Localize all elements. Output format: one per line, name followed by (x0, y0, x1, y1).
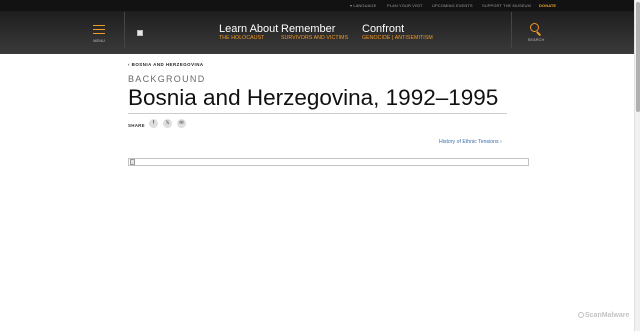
upcoming-events-link[interactable]: UPCOMING EVENTS (432, 3, 473, 8)
search-button[interactable]: SEARCH (525, 22, 547, 46)
page-title: Bosnia and Herzegovina, 1992–1995 (128, 85, 499, 110)
plan-visit-link[interactable]: PLAN YOUR VISIT (387, 3, 423, 8)
page-scrollbar[interactable] (634, 0, 640, 331)
nav-learn-about-title: Learn About (219, 23, 279, 35)
nav-learn-about-subtitle: THE HOLOCAUST (219, 35, 265, 41)
section-eyebrow: BACKGROUND (128, 74, 206, 84)
share-label: SHARE (128, 123, 145, 128)
scrollbar-thumb[interactable] (636, 2, 640, 112)
nav-remember[interactable]: Remember SURVIVORS AND VICTIMS (281, 23, 348, 42)
nav-confront[interactable]: Confront GENOCIDE | ANTISEMITISM (362, 23, 433, 42)
facebook-icon[interactable]: f (149, 119, 158, 128)
menu-label: MENU (93, 38, 105, 43)
utility-bar: ▾ LANGUAGE PLAN YOUR VISIT UPCOMING EVEN… (0, 0, 634, 11)
nav-learn-about[interactable]: Learn About THE HOLOCAUST (219, 23, 278, 42)
hamburger-menu-icon (93, 25, 105, 34)
language-selector[interactable]: ▾ LANGUAGE (350, 3, 376, 8)
watermark-icon (578, 312, 584, 318)
watermark-text: ScanMalware (585, 312, 630, 319)
related-article-link[interactable]: History of Ethnic Tensions › (439, 139, 502, 145)
search-icon-handle (536, 31, 542, 36)
header-divider (511, 12, 512, 48)
title-divider (128, 113, 507, 114)
site-header: ▾ LANGUAGE PLAN YOUR VISIT UPCOMING EVEN… (0, 0, 634, 54)
nav-remember-title: Remember (281, 23, 336, 35)
hero-image-placeholder (128, 158, 529, 166)
menu-button[interactable]: MENU (87, 22, 111, 46)
donate-link[interactable]: DONATE (539, 3, 556, 8)
watermark: ScanMalware (578, 312, 629, 319)
nav-remember-subtitle: SURVIVORS AND VICTIMS (281, 35, 349, 41)
email-icon[interactable]: ✉ (177, 119, 186, 128)
nav-confront-subtitle: GENOCIDE | ANTISEMITISM (362, 35, 433, 41)
x-icon[interactable]: 𝕏 (163, 119, 172, 128)
search-label: SEARCH (527, 37, 545, 42)
site-logo-broken-image[interactable] (137, 30, 143, 36)
support-museum-link[interactable]: SUPPORT THE MUSEUM (482, 3, 531, 8)
nav-confront-title: Confront (362, 23, 405, 35)
broken-image-icon (130, 159, 135, 165)
header-divider (124, 12, 125, 48)
breadcrumb[interactable]: ‹ BOSNIA AND HERZEGOVINA (128, 62, 204, 67)
